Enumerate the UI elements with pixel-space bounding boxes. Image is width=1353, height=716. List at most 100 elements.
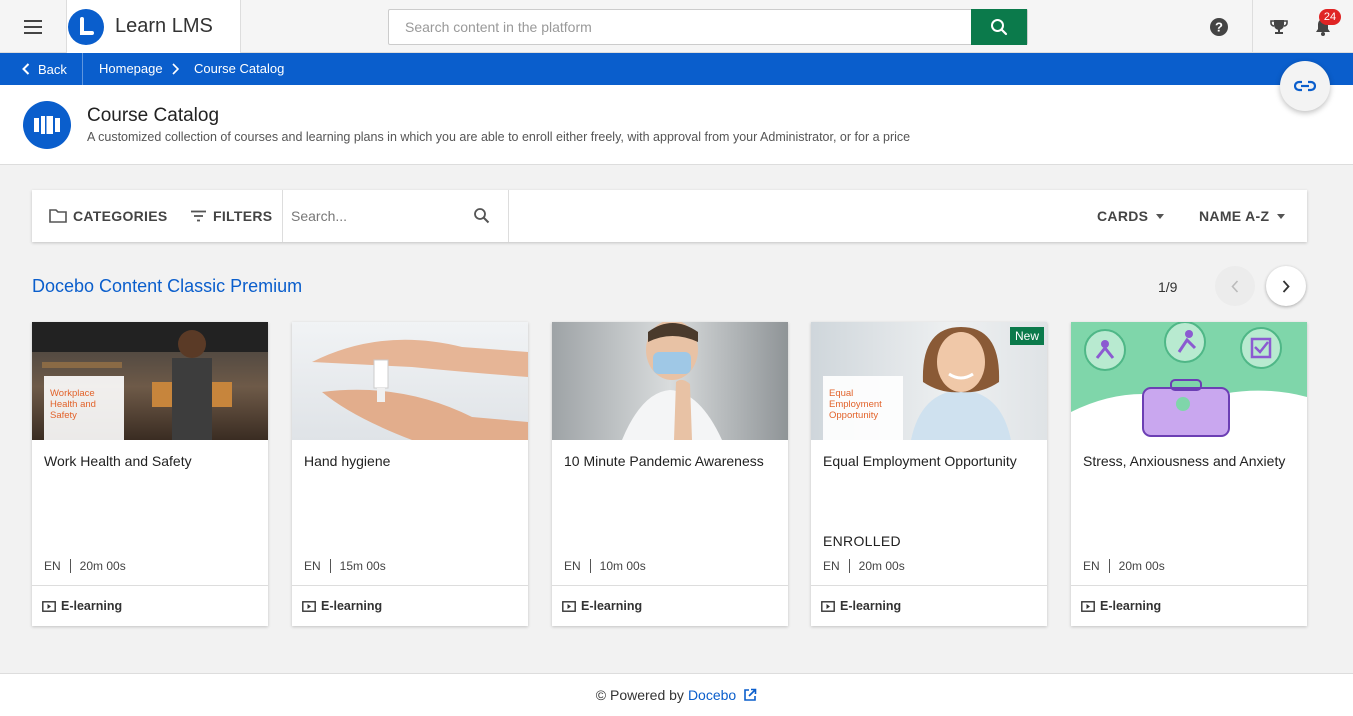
- sort-label: NAME A-Z: [1199, 208, 1270, 224]
- course-duration: 20m 00s: [858, 559, 905, 573]
- catalog-search: [282, 190, 509, 242]
- course-language: EN: [304, 559, 321, 573]
- copy-link-button[interactable]: [1280, 61, 1330, 111]
- svg-text:?: ?: [1215, 19, 1223, 34]
- course-card[interactable]: Hand hygiene EN 15m 00s E-learning: [292, 322, 528, 626]
- help-button[interactable]: ?: [1193, 0, 1245, 53]
- search-icon[interactable]: [473, 207, 491, 225]
- sort-dropdown[interactable]: NAME A-Z: [1199, 190, 1286, 242]
- powered-by-text: © Powered by: [595, 687, 684, 703]
- catalog-toolbar: CATEGORIES FILTERS CARDS NAME A-Z: [32, 190, 1307, 242]
- course-thumbnail: Workplace Health and Safety: [32, 322, 268, 440]
- course-meta: EN 10m 00s: [564, 559, 646, 573]
- categories-button[interactable]: CATEGORIES: [49, 190, 168, 242]
- page-title: Course Catalog: [87, 105, 220, 126]
- docebo-link-label: Docebo: [687, 687, 737, 703]
- brand-logo-icon: [68, 8, 104, 45]
- course-title: 10 Minute Pandemic Awareness: [564, 453, 764, 469]
- global-search-input[interactable]: [389, 10, 972, 44]
- next-page-button[interactable]: [1266, 266, 1306, 306]
- course-language: EN: [823, 559, 840, 573]
- chevron-right-icon: [1282, 279, 1290, 293]
- help-icon: ?: [1210, 17, 1228, 36]
- folder-icon: [49, 209, 67, 223]
- chevron-right-icon: [172, 63, 179, 75]
- menu-icon: [24, 19, 42, 34]
- top-bar: Learn LMS ? 24: [0, 0, 1353, 53]
- trophy-icon: [1269, 19, 1288, 34]
- catalog-icon: [23, 101, 71, 149]
- course-type-label: E-learning: [61, 599, 123, 613]
- play-icon: [302, 600, 316, 612]
- page-header: Course Catalog A customized collection o…: [0, 85, 1353, 165]
- docebo-link[interactable]: Docebo: [688, 687, 757, 703]
- course-type: E-learning: [292, 585, 528, 626]
- course-title: Hand hygiene: [304, 453, 391, 469]
- breadcrumb-current: Course Catalog: [194, 61, 285, 76]
- filters-label: FILTERS: [213, 208, 273, 224]
- menu-button[interactable]: [0, 0, 66, 53]
- course-language: EN: [44, 559, 61, 573]
- caret-down-icon: [1277, 213, 1286, 219]
- course-type-label: E-learning: [581, 599, 643, 613]
- course-type: E-learning: [1071, 585, 1307, 626]
- page-description: A customized collection of courses and l…: [87, 130, 911, 144]
- play-icon: [1081, 600, 1095, 612]
- course-meta: EN 20m 00s: [1083, 559, 1165, 573]
- chevron-left-icon: [22, 63, 30, 75]
- play-icon: [562, 600, 576, 612]
- play-icon: [42, 600, 56, 612]
- course-type: E-learning: [552, 585, 788, 626]
- course-card[interactable]: Equal Employment Opportunity New Equal E…: [811, 322, 1047, 626]
- course-title: Equal Employment Opportunity: [823, 453, 1017, 469]
- course-thumbnail: [292, 322, 528, 440]
- categories-label: CATEGORIES: [73, 208, 168, 224]
- view-mode-dropdown[interactable]: CARDS: [1097, 190, 1165, 242]
- page-footer: © Powered by Docebo: [0, 673, 1353, 716]
- course-title: Work Health and Safety: [44, 453, 192, 469]
- section-title[interactable]: Docebo Content Classic Premium: [32, 276, 302, 297]
- course-type-label: E-learning: [321, 599, 383, 613]
- link-icon: [1294, 80, 1316, 92]
- notifications-button[interactable]: [1297, 0, 1349, 53]
- global-search-button[interactable]: [971, 9, 1027, 45]
- back-button[interactable]: Back: [0, 53, 83, 85]
- filter-icon: [191, 210, 206, 222]
- course-card[interactable]: Stress, Anxiousness and Anxiety EN 20m 00…: [1071, 322, 1307, 626]
- course-meta: EN 15m 00s: [304, 559, 386, 573]
- search-icon: [991, 19, 1008, 36]
- course-thumbnail: [1071, 322, 1307, 440]
- filters-button[interactable]: FILTERS: [190, 190, 272, 242]
- view-mode-label: CARDS: [1097, 208, 1149, 224]
- thumbnail-caption: Equal Employment Opportunity: [823, 376, 903, 440]
- course-language: EN: [564, 559, 581, 573]
- back-label: Back: [38, 61, 67, 77]
- course-duration: 15m 00s: [339, 559, 386, 573]
- course-card[interactable]: Workplace Health and Safety Work Health …: [32, 322, 268, 626]
- breadcrumb-homepage-link[interactable]: Homepage: [99, 53, 163, 85]
- brand[interactable]: Learn LMS: [66, 0, 241, 53]
- previous-page-button[interactable]: [1215, 266, 1255, 306]
- play-icon: [821, 600, 835, 612]
- catalog-search-input[interactable]: [291, 205, 461, 227]
- course-card[interactable]: 10 Minute Pandemic Awareness EN 10m 00s E…: [552, 322, 788, 626]
- course-title: Stress, Anxiousness and Anxiety: [1083, 453, 1286, 469]
- course-type-label: E-learning: [1100, 599, 1162, 613]
- enrollment-status: ENROLLED: [823, 533, 901, 549]
- new-badge: New: [1009, 327, 1044, 345]
- course-type: E-learning: [32, 585, 268, 626]
- breadcrumb: Back Homepage Course Catalog: [0, 53, 1353, 85]
- external-link-icon: [744, 688, 757, 701]
- course-thumbnail: Equal Employment Opportunity New: [811, 322, 1047, 440]
- chevron-left-icon: [1231, 279, 1239, 293]
- course-duration: 20m 00s: [79, 559, 126, 573]
- course-meta: EN 20m 00s: [823, 559, 905, 573]
- thumbnail-caption: Workplace Health and Safety: [44, 376, 124, 440]
- course-type: E-learning: [811, 585, 1047, 626]
- caret-down-icon: [1156, 213, 1165, 219]
- global-search: [388, 9, 1028, 45]
- course-type-label: E-learning: [840, 599, 902, 613]
- notifications-badge: 24: [1319, 9, 1341, 25]
- course-duration: 10m 00s: [599, 559, 646, 573]
- course-duration: 20m 00s: [1118, 559, 1165, 573]
